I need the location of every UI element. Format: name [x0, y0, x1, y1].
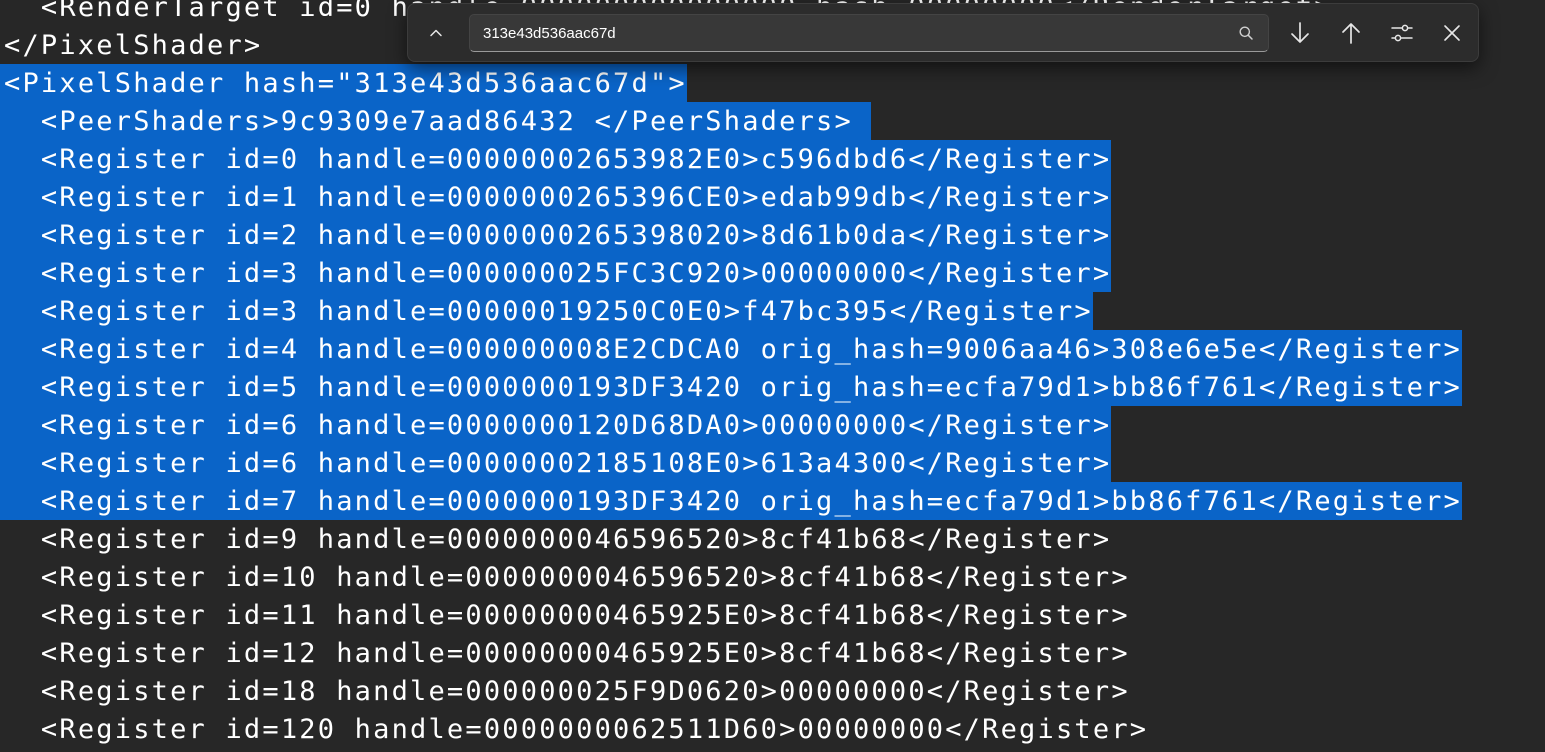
editor-line[interactable]: <Register id=2 handle=0000000265398020>8… — [0, 216, 1112, 254]
sliders-icon — [1391, 24, 1413, 42]
editor-line[interactable]: <Register id=3 handle=00000019250C0E0>f4… — [0, 292, 1093, 330]
editor-line[interactable]: <Register id=12 handle=00000000465925E0>… — [0, 634, 1130, 672]
editor-line[interactable]: <Register id=120 handle=0000000062511D60… — [0, 710, 1148, 748]
editor-line[interactable]: <Register id=10 handle=0000000046596520>… — [0, 558, 1130, 596]
close-icon — [1444, 25, 1460, 41]
collapse-find-button[interactable] — [418, 15, 454, 51]
chevron-up-icon — [430, 29, 442, 37]
editor-line[interactable]: <Register id=6 handle=0000000120D68DA0>0… — [0, 406, 1112, 444]
editor-line[interactable]: <Register id=5 handle=0000000193DF3420 o… — [0, 368, 1462, 406]
editor-line[interactable]: <Register id=18 handle=000000025F9D0620>… — [0, 672, 1130, 710]
editor-line[interactable]: <Register id=3 handle=000000025FC3C920>0… — [0, 254, 1112, 292]
editor-line[interactable]: <PeerShaders>9c9309e7aad86432 </PeerShad… — [0, 102, 872, 140]
editor-line[interactable]: <Register id=11 handle=00000000465925E0>… — [0, 596, 1130, 634]
editor-line[interactable]: <PixelShader hash="313e43d536aac67d"> — [0, 64, 687, 102]
editor-line[interactable]: <Register id=4 handle=000000008E2CDCA0 o… — [0, 330, 1462, 368]
editor-line[interactable]: <Register id=6 handle=00000002185108E0>6… — [0, 444, 1112, 482]
editor-line[interactable]: <Register id=9 handle=0000000046596520>8… — [0, 520, 1111, 558]
search-box[interactable] — [469, 14, 1269, 52]
arrow-down-icon — [1291, 22, 1309, 43]
previous-match-button[interactable] — [1333, 15, 1369, 51]
editor-line[interactable]: <Register id=0 handle=00000002653982E0>c… — [0, 140, 1112, 178]
find-options-button[interactable] — [1384, 15, 1420, 51]
search-input[interactable] — [470, 15, 1220, 51]
arrow-up-icon — [1342, 23, 1360, 44]
editor-line[interactable]: </PixelShader> — [0, 26, 262, 64]
search-icon[interactable] — [1238, 25, 1254, 41]
close-find-button[interactable] — [1434, 15, 1470, 51]
editor-line[interactable]: <Register id=1 handle=0000000265396CE0>e… — [0, 178, 1112, 216]
editor-line[interactable]: <Register id=7 handle=0000000193DF3420 o… — [0, 482, 1462, 520]
next-match-button[interactable] — [1282, 15, 1318, 51]
text-editor[interactable]: <RenderTarget id=0 handle=00000000000000… — [0, 0, 1545, 752]
find-bar — [407, 3, 1479, 62]
